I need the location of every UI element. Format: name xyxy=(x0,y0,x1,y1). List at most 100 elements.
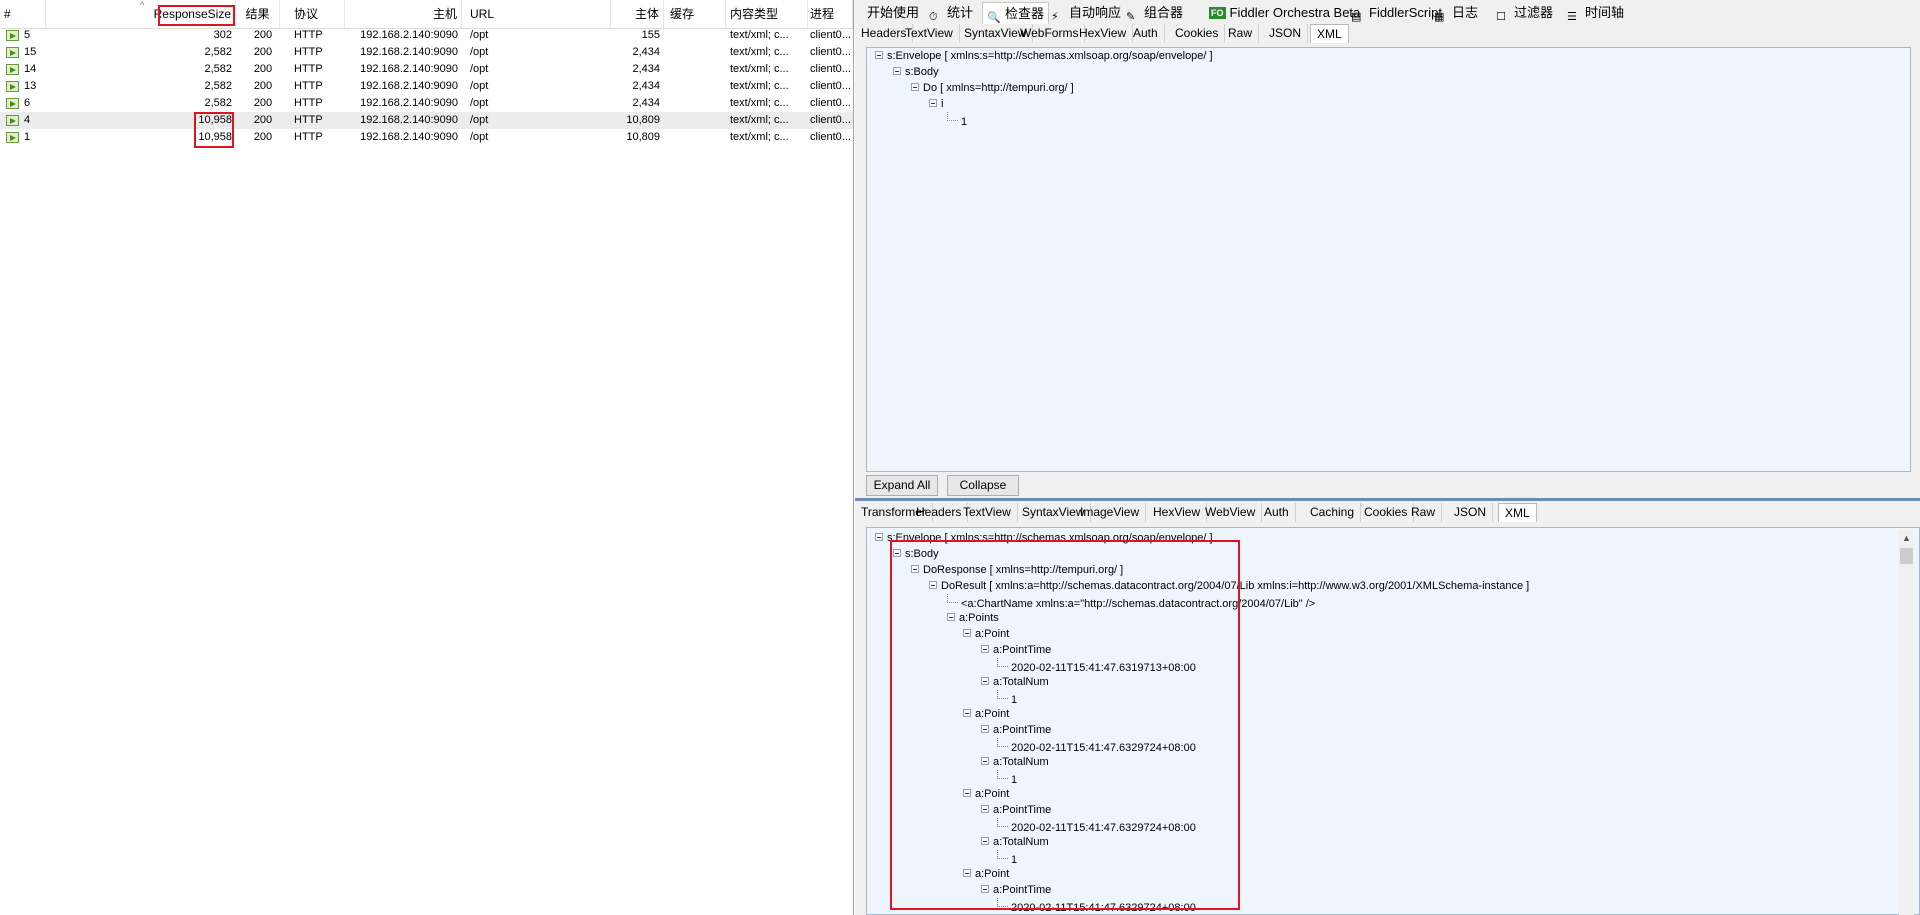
session-cell-protocol: HTTP xyxy=(294,131,323,143)
collapse-node-icon[interactable] xyxy=(929,99,937,107)
xml-tree-node[interactable]: a:PointTime xyxy=(981,882,1051,898)
xml-tree-node[interactable]: s:Body xyxy=(893,546,939,562)
xml-tree-node[interactable]: a:Point xyxy=(963,866,1009,882)
main-tab-statistics[interactable]: ⏱ 统计 xyxy=(925,2,977,24)
xml-tree-node[interactable]: a:PointTime xyxy=(981,722,1051,738)
xml-tree-node[interactable]: a:PointTime xyxy=(981,802,1051,818)
collapse-node-icon[interactable] xyxy=(963,789,971,797)
response-tabs-raw[interactable]: Raw xyxy=(1405,503,1443,522)
session-row[interactable]: 4 10,958 200 HTTP 192.168.2.140:9090/opt 10,8… xyxy=(0,112,853,129)
xml-tree-node[interactable]: DoResponse [ xmlns=http://tempuri.org/ ] xyxy=(911,562,1123,578)
main-tab-strip: 开始使用 ⏱ 统计 🔍 检查器 ⚡ 自动响应 ✎ 组合器 FO Fiddler Orchestra … xyxy=(855,0,1920,27)
xml-tree-node[interactable]: s:Envelope [ xmlns:s=http://schemas.xmls… xyxy=(875,530,1213,546)
xml-tree-node[interactable]: 2020-02-11T15:41:47.6329724+08:00 xyxy=(997,898,1196,914)
column-header-content-type[interactable]: 内容类型 xyxy=(726,0,808,28)
collapse-node-icon[interactable] xyxy=(875,51,883,59)
collapse-node-icon[interactable] xyxy=(981,645,989,653)
collapse-node-icon[interactable] xyxy=(875,533,883,541)
main-tab-log[interactable]: ▦ 日志 xyxy=(1430,2,1482,24)
response-tabs-xml[interactable]: XML xyxy=(1498,503,1537,522)
pane-splitter[interactable] xyxy=(855,498,1920,501)
collapse-node-icon[interactable] xyxy=(981,757,989,765)
session-row[interactable]: 6 2,582 200 HTTP 192.168.2.140:9090/opt 2,434… xyxy=(0,95,853,112)
request-tabs-xml[interactable]: XML xyxy=(1310,24,1349,43)
xml-tree-node[interactable]: 2020-02-11T15:41:47.6319713+08:00 xyxy=(997,658,1196,674)
collapse-node-icon[interactable] xyxy=(947,613,955,621)
xml-tree-node[interactable]: 1 xyxy=(947,112,967,128)
xml-tree-node[interactable]: i xyxy=(929,96,943,112)
collapse-node-icon[interactable] xyxy=(981,885,989,893)
xml-tree-node[interactable]: s:Envelope [ xmlns:s=http://schemas.xmls… xyxy=(875,48,1213,64)
collapse-node-icon[interactable] xyxy=(963,629,971,637)
response-tabs-caching[interactable]: Caching xyxy=(1304,503,1362,522)
scroll-up-arrow-icon[interactable]: ▲ xyxy=(1902,533,1911,543)
xml-tree-node[interactable]: a:TotalNum xyxy=(981,674,1049,690)
request-tabs-json[interactable]: JSON xyxy=(1263,24,1309,43)
main-tab-autoresponder[interactable]: ⚡ 自动响应 xyxy=(1047,2,1125,24)
response-tabs-auth[interactable]: Auth xyxy=(1258,503,1296,522)
xml-tree-node[interactable]: a:Points xyxy=(947,610,999,626)
response-scrollbar[interactable]: ▲ xyxy=(1899,530,1914,915)
collapse-node-icon[interactable] xyxy=(981,677,989,685)
collapse-node-icon[interactable] xyxy=(981,837,989,845)
column-header-caching[interactable]: 缓存 xyxy=(666,0,726,28)
main-tab-fiddler-orchestra[interactable]: FO Fiddler Orchestra Beta xyxy=(1205,2,1364,24)
main-tab-filters[interactable]: ☐ 过滤器 xyxy=(1492,2,1557,24)
main-tab-composer[interactable]: ✎ 组合器 xyxy=(1122,2,1187,24)
response-tabs-json[interactable]: JSON xyxy=(1448,503,1494,522)
column-header-url[interactable]: URL xyxy=(466,0,611,28)
response-tabs-imageview[interactable]: ImageView xyxy=(1074,503,1147,522)
response-tabs-webview[interactable]: WebView xyxy=(1199,503,1263,522)
main-tab-timeline[interactable]: ☰ 时间轴 xyxy=(1563,2,1628,24)
session-cell-process: client0... xyxy=(810,131,851,143)
tree-connector-icon xyxy=(997,658,1008,667)
xml-tree-node[interactable]: 2020-02-11T15:41:47.6329724+08:00 xyxy=(997,818,1196,834)
xml-tree-node[interactable]: 1 xyxy=(997,770,1017,786)
scrollbar-thumb[interactable] xyxy=(1900,548,1913,564)
xml-tree-node[interactable]: a:PointTime xyxy=(981,642,1051,658)
column-header-result[interactable]: 结果 xyxy=(236,0,280,28)
column-header-protocol[interactable]: 协议 xyxy=(290,0,345,28)
xml-tree-node[interactable]: a:Point xyxy=(963,786,1009,802)
xml-tree-node[interactable]: 1 xyxy=(997,690,1017,706)
session-row[interactable]: 5 302 200 HTTP 192.168.2.140:9090/opt 155 text… xyxy=(0,27,853,44)
collapse-button[interactable]: Collapse xyxy=(947,475,1019,496)
request-tabs-hexview[interactable]: HexView xyxy=(1073,24,1134,43)
xml-tree-node[interactable]: a:Point xyxy=(963,706,1009,722)
response-tabs-textview[interactable]: TextView xyxy=(957,503,1018,522)
column-header-host[interactable]: 主机 xyxy=(345,0,462,28)
session-row[interactable]: 14 2,582 200 HTTP 192.168.2.140:9090/opt 2,43… xyxy=(0,61,853,78)
collapse-node-icon[interactable] xyxy=(929,581,937,589)
xml-tree-node[interactable]: <a:ChartName xmlns:a="http://schemas.dat… xyxy=(947,594,1315,610)
request-tabs-textview[interactable]: TextView xyxy=(899,24,960,43)
collapse-node-icon[interactable] xyxy=(981,805,989,813)
main-tab-label: 检查器 xyxy=(1005,6,1045,21)
collapse-node-icon[interactable] xyxy=(911,83,919,91)
collapse-node-icon[interactable] xyxy=(963,709,971,717)
column-header-num[interactable]: # xyxy=(0,0,46,28)
request-tabs-raw[interactable]: Raw xyxy=(1222,24,1260,43)
collapse-node-icon[interactable] xyxy=(893,67,901,75)
collapse-node-icon[interactable] xyxy=(963,869,971,877)
collapse-node-icon[interactable] xyxy=(911,565,919,573)
column-header-response-size[interactable]: ResponseSize xyxy=(46,0,236,28)
xml-tree-node[interactable]: Do [ xmlns=http://tempuri.org/ ] xyxy=(911,80,1074,96)
column-header-body[interactable]: 主体 xyxy=(611,0,664,28)
request-tabs-cookies[interactable]: Cookies xyxy=(1169,24,1226,43)
xml-tree-node[interactable]: s:Body xyxy=(893,64,939,80)
request-tabs-auth[interactable]: Auth xyxy=(1127,24,1165,43)
session-row[interactable]: 13 2,582 200 HTTP 192.168.2.140:9090/opt 2,43… xyxy=(0,78,853,95)
main-tab-get-started[interactable]: 开始使用 xyxy=(863,2,923,24)
xml-tree-node[interactable]: DoResult [ xmlns:a=http://schemas.dataco… xyxy=(929,578,1529,594)
xml-tree-node[interactable]: a:TotalNum xyxy=(981,834,1049,850)
xml-tree-node[interactable]: 2020-02-11T15:41:47.6329724+08:00 xyxy=(997,738,1196,754)
session-row[interactable]: 15 2,582 200 HTTP 192.168.2.140:9090/opt 2,43… xyxy=(0,44,853,61)
expand-all-button[interactable]: Expand All xyxy=(866,475,938,496)
column-header-process[interactable]: 进程 xyxy=(806,0,853,28)
collapse-node-icon[interactable] xyxy=(893,549,901,557)
xml-tree-node[interactable]: 1 xyxy=(997,850,1017,866)
collapse-node-icon[interactable] xyxy=(981,725,989,733)
xml-tree-node[interactable]: a:Point xyxy=(963,626,1009,642)
session-row[interactable]: 1 10,958 200 HTTP 192.168.2.140:9090/opt 10,8… xyxy=(0,129,853,146)
xml-tree-node[interactable]: a:TotalNum xyxy=(981,754,1049,770)
